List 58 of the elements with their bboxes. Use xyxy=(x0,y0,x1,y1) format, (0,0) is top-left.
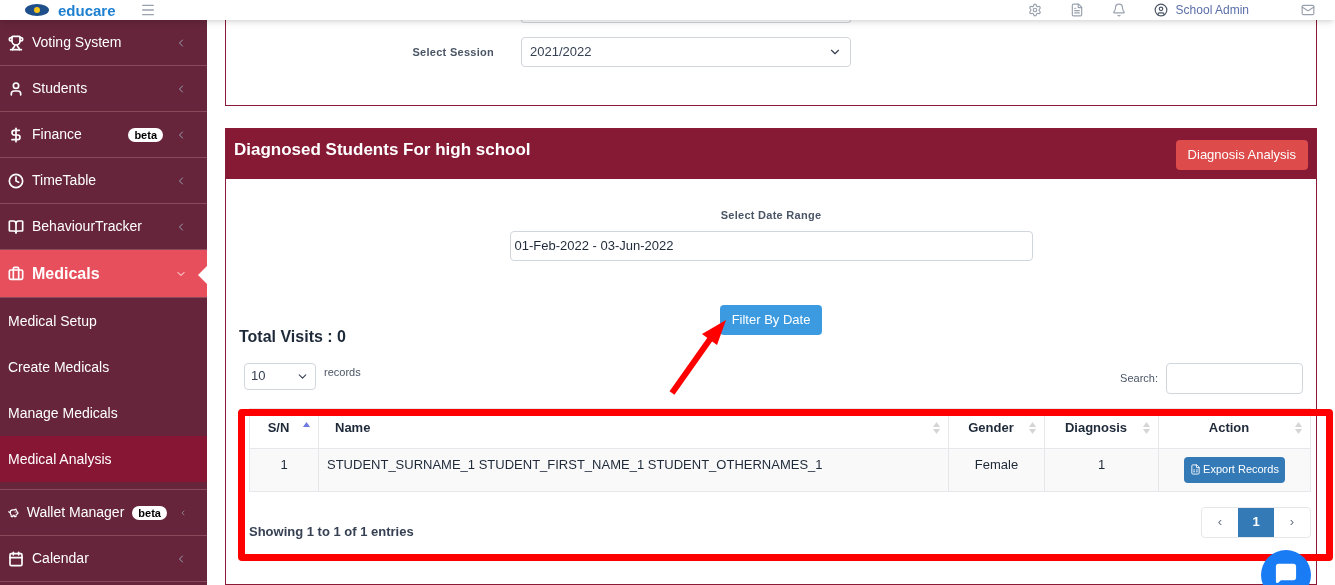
spreadsheet-icon xyxy=(1190,464,1202,475)
calendar-icon xyxy=(8,550,24,567)
sidebar-item[interactable]: Students xyxy=(0,66,207,112)
table-cell: Female xyxy=(948,448,1045,491)
column-header[interactable]: Diagnosis xyxy=(1044,408,1159,448)
menu-icon[interactable] xyxy=(139,2,156,18)
mail-icon[interactable] xyxy=(1301,3,1315,17)
sidebar-item[interactable]: Finance beta xyxy=(0,112,207,158)
column-header[interactable]: Gender xyxy=(948,408,1045,448)
date-range-field[interactable]: 01-Feb-2022 - 03-Jun-2022 xyxy=(509,230,1033,261)
beta-badge: beta xyxy=(132,505,167,520)
sidebar-item[interactable]: Calendar xyxy=(0,536,207,582)
sidebar-item[interactable]: Voting System xyxy=(0,20,207,66)
briefcase-icon xyxy=(8,265,24,282)
submenu-item[interactable]: Create Medicals xyxy=(0,344,207,390)
search-label: Search: xyxy=(1120,370,1158,386)
sidebar-item[interactable]: Medicals xyxy=(0,250,207,298)
field-label: Select Date Range xyxy=(720,208,822,223)
search-field[interactable] xyxy=(1166,362,1303,394)
dollar-icon xyxy=(8,126,24,143)
user-name[interactable]: School Admin xyxy=(1175,1,1249,19)
table-cell: 1 xyxy=(249,448,319,491)
trophy-icon xyxy=(8,34,24,51)
sidebar-item[interactable]: TimeTable xyxy=(0,158,207,204)
table-cell: 1 xyxy=(1044,448,1159,491)
field-label: Select Session xyxy=(411,44,494,60)
logo-icon xyxy=(24,3,50,17)
page-button[interactable]: 1 xyxy=(1238,507,1274,537)
active-pointer-icon xyxy=(198,266,207,284)
total-visits: Total Visits : 0 xyxy=(239,327,346,345)
column-header[interactable]: Name xyxy=(318,408,949,448)
previous-page-button[interactable]: ‹ xyxy=(1202,507,1238,537)
document-icon[interactable] xyxy=(1069,3,1084,17)
avatar-icon[interactable] xyxy=(1153,3,1168,17)
submenu-item[interactable]: Medical Setup xyxy=(0,298,207,344)
settings-icon[interactable] xyxy=(1027,3,1042,17)
book-icon xyxy=(8,218,24,235)
page-length-select[interactable]: 10 xyxy=(244,362,316,390)
submenu-item[interactable]: Medical Analysis xyxy=(0,436,207,482)
bell-icon[interactable] xyxy=(1111,3,1126,17)
beta-badge: beta xyxy=(128,127,163,142)
column-header[interactable]: Action xyxy=(1158,408,1311,448)
logo-text: educare xyxy=(58,2,116,18)
sidebar-item[interactable]: Wallet Manager beta xyxy=(0,490,207,536)
column-header[interactable]: S/N xyxy=(249,408,319,448)
next-page-button[interactable]: › xyxy=(1274,507,1310,537)
clock-icon xyxy=(8,172,24,189)
records-label: records xyxy=(324,364,361,380)
user-icon xyxy=(8,80,24,97)
chat-button[interactable] xyxy=(1261,550,1311,585)
card-title: Diagnosed Students For high school xyxy=(234,139,531,161)
session-select[interactable]: 2021/2022 xyxy=(521,37,851,67)
submenu-item[interactable]: Manage Medicals xyxy=(0,390,207,436)
diagnosis-analysis-button[interactable]: Diagnosis Analysis xyxy=(1175,140,1308,170)
export-records-button[interactable]: Export Records xyxy=(1184,456,1285,483)
table-cell: STUDENT_SURNAME_1 STUDENT_FIRST_NAME_1 STUDENT_OTHERNAMES_1 xyxy=(318,448,949,491)
chat-icon xyxy=(1275,562,1297,584)
entries-info: Showing 1 to 1 of 1 entries xyxy=(249,523,414,541)
